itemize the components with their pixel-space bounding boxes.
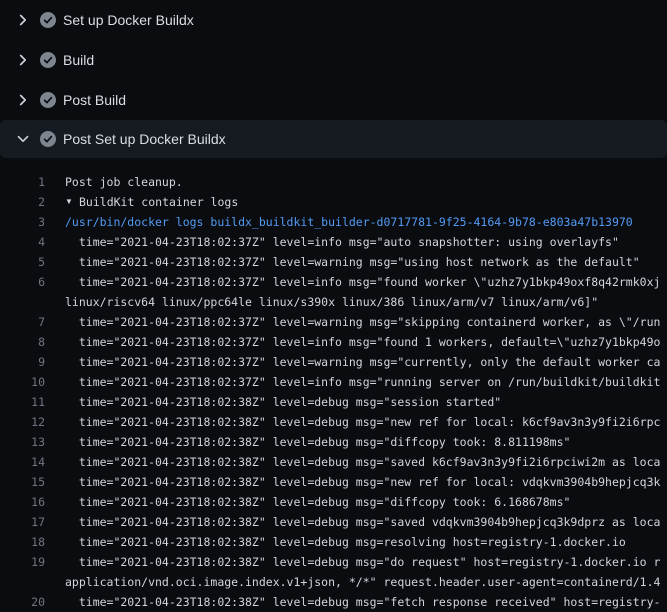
log-line[interactable]: 1Post job cleanup. [0,172,667,192]
step-row-post-setup-docker-buildx[interactable]: Post Set up Docker Buildx [0,120,667,158]
log-line[interactable]: 5 time="2021-04-23T18:02:37Z" level=warn… [0,252,667,272]
log-line-number[interactable]: 13 [0,432,45,452]
log-line-number[interactable]: 7 [0,312,45,332]
step-row-build[interactable]: Build [0,40,667,80]
log-line-number[interactable]: 20 [0,592,45,612]
log-line-number[interactable]: 8 [0,332,45,352]
check-circle-icon [40,131,56,147]
log-text: time="2021-04-23T18:02:37Z" level=info m… [45,232,619,252]
job-steps-panel: Set up Docker Buildx Build Post Build Po… [0,0,667,612]
log-line[interactable]: 19 time="2021-04-23T18:02:38Z" level=deb… [0,552,667,592]
log-text: time="2021-04-23T18:02:37Z" level=warnin… [45,312,660,332]
log-line-number[interactable]: 18 [0,532,45,552]
log-line-number[interactable]: 2 [0,192,45,212]
log-lines: 1Post job cleanup.2 ▼BuildKit container l… [0,172,667,612]
log-line[interactable]: 2 ▼BuildKit container logs [0,192,667,212]
log-line-number[interactable]: 19 [0,552,45,572]
log-line-number[interactable]: 4 [0,232,45,252]
log-line[interactable]: 6 time="2021-04-23T18:02:37Z" level=info… [0,272,667,312]
log-line-number[interactable]: 10 [0,372,45,392]
check-circle-icon [40,12,56,28]
log-line-number[interactable]: 11 [0,392,45,412]
log-line-number[interactable]: 16 [0,492,45,512]
log-text: time="2021-04-23T18:02:38Z" level=debug … [45,472,660,492]
log-text: BuildKit container logs [79,192,238,212]
log-line-number[interactable]: 12 [0,412,45,432]
step-row-setup-docker-buildx[interactable]: Set up Docker Buildx [0,0,667,40]
log-line-number[interactable]: 5 [0,252,45,272]
log-line[interactable]: 20 time="2021-04-23T18:02:38Z" level=deb… [0,592,667,612]
log-line-number[interactable]: 9 [0,352,45,372]
log-line[interactable]: 18 time="2021-04-23T18:02:38Z" level=deb… [0,532,667,552]
log-line-number[interactable]: 15 [0,472,45,492]
log-line[interactable]: 13 time="2021-04-23T18:02:38Z" level=deb… [0,432,667,452]
log-line-number[interactable]: 17 [0,512,45,532]
log-line[interactable]: 17 time="2021-04-23T18:02:38Z" level=deb… [0,512,667,532]
step-label: Set up Docker Buildx [63,12,194,28]
chevron-right-icon [15,12,31,28]
log-text: time="2021-04-23T18:02:38Z" level=debug … [45,392,501,412]
chevron-right-icon [15,52,31,68]
step-label: Post Build [63,92,126,108]
log-text: time="2021-04-23T18:02:38Z" level=debug … [45,532,626,552]
log-line[interactable]: 9 time="2021-04-23T18:02:37Z" level=warn… [0,352,667,372]
log-text: Post job cleanup. [45,172,183,192]
log-text: time="2021-04-23T18:02:38Z" level=debug … [45,592,660,612]
step-row-post-build[interactable]: Post Build [0,80,667,120]
log-line[interactable]: 14 time="2021-04-23T18:02:38Z" level=deb… [0,452,667,472]
log-group-toggle-icon[interactable]: ▼ [65,192,79,212]
log-text: time="2021-04-23T18:02:37Z" level=info m… [45,272,660,312]
log-line-number[interactable]: 1 [0,172,45,192]
log-line[interactable]: 10 time="2021-04-23T18:02:37Z" level=inf… [0,372,667,392]
log-line[interactable]: 15 time="2021-04-23T18:02:38Z" level=deb… [0,472,667,492]
step-label: Build [63,52,94,68]
log-text: time="2021-04-23T18:02:37Z" level=info m… [45,332,660,352]
log-text: time="2021-04-23T18:02:37Z" level=info m… [45,372,660,392]
log-text: time="2021-04-23T18:02:38Z" level=debug … [45,452,660,472]
log-line[interactable]: 8 time="2021-04-23T18:02:37Z" level=info… [0,332,667,352]
log-text: time="2021-04-23T18:02:38Z" level=debug … [45,512,660,532]
log-text: time="2021-04-23T18:02:38Z" level=debug … [45,552,660,592]
log-line[interactable]: 16 time="2021-04-23T18:02:38Z" level=deb… [0,492,667,512]
chevron-right-icon [15,92,31,108]
check-circle-icon [40,52,56,68]
log-text: time="2021-04-23T18:02:37Z" level=warnin… [45,352,660,372]
check-circle-icon [40,92,56,108]
log-line[interactable]: 11 time="2021-04-23T18:02:38Z" level=deb… [0,392,667,412]
log-line-number[interactable]: 6 [0,272,45,292]
log-command-text: /usr/bin/docker logs buildx_buildkit_bui… [45,212,633,232]
log-text: time="2021-04-23T18:02:37Z" level=warnin… [45,252,640,272]
step-label: Post Set up Docker Buildx [63,131,226,147]
log-line-number[interactable]: 3 [0,212,45,232]
log-line[interactable]: 12 time="2021-04-23T18:02:38Z" level=deb… [0,412,667,432]
log-area: 1Post job cleanup.2 ▼BuildKit container l… [0,158,667,612]
log-text: time="2021-04-23T18:02:38Z" level=debug … [45,432,570,452]
log-text: time="2021-04-23T18:02:38Z" level=debug … [45,492,570,512]
log-line[interactable]: 3/usr/bin/docker logs buildx_buildkit_bu… [0,212,667,232]
chevron-down-icon [15,131,31,147]
log-line[interactable]: 7 time="2021-04-23T18:02:37Z" level=warn… [0,312,667,332]
log-line[interactable]: 4 time="2021-04-23T18:02:37Z" level=info… [0,232,667,252]
log-line-number[interactable]: 14 [0,452,45,472]
log-text: time="2021-04-23T18:02:38Z" level=debug … [45,412,660,432]
